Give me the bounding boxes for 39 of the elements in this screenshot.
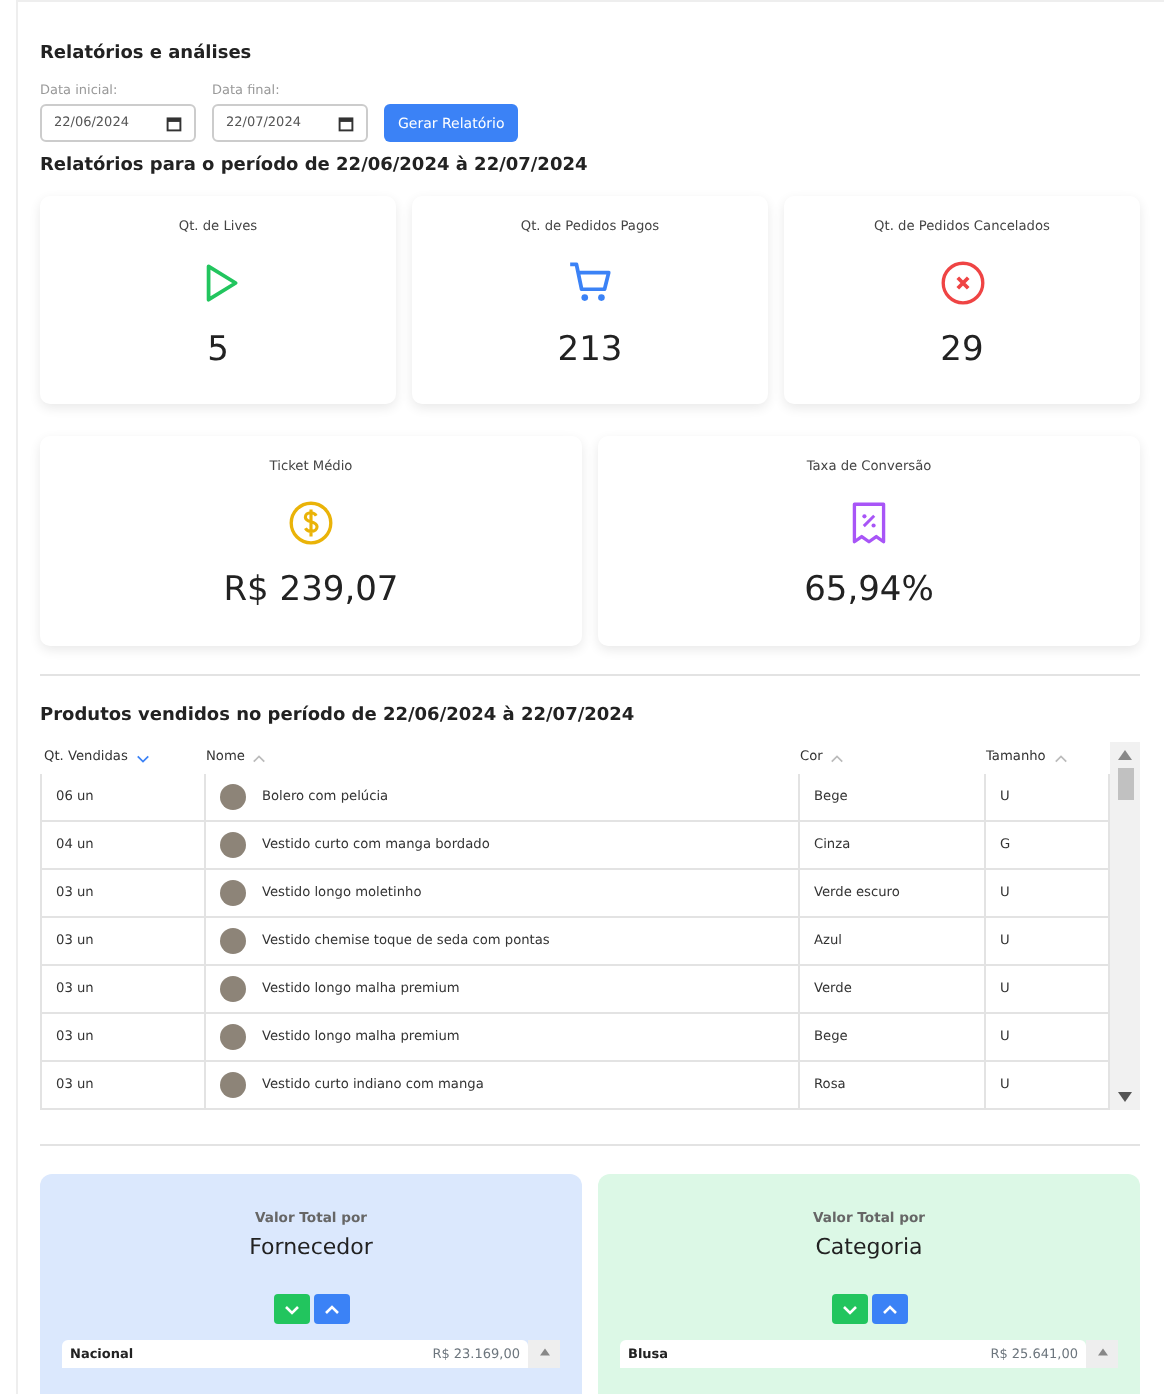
scroll-up-icon[interactable] — [1118, 750, 1132, 761]
collapse-button[interactable] — [871, 1294, 907, 1325]
scroll-down-icon[interactable] — [1118, 1092, 1132, 1103]
photo-placeholder — [220, 1072, 246, 1099]
page-title: Relatórios e análises — [40, 42, 254, 68]
sort-chevron-icon[interactable] — [830, 751, 845, 766]
scrollbar-thumb[interactable] — [1117, 768, 1133, 801]
chevron-up-icon[interactable] — [323, 1303, 339, 1316]
stat-value: 213 — [555, 327, 625, 374]
calendar-icon[interactable] — [338, 115, 354, 132]
scrollbar[interactable] — [528, 1339, 560, 1368]
photo-placeholder — [220, 1024, 246, 1051]
table-title: Produtos vendidos no período de 22/06/2024 à 22/07/2024 — [40, 703, 637, 730]
sort-chevron-icon[interactable] — [1053, 751, 1068, 766]
calendar-icon[interactable] — [166, 115, 182, 132]
stat-value: 65,94% — [802, 568, 936, 615]
sort-chevron-icon[interactable] — [252, 751, 267, 766]
chevron-down-icon[interactable] — [841, 1303, 857, 1316]
scrollbar[interactable] — [1086, 1339, 1118, 1368]
stat-value: 29 — [938, 327, 986, 374]
expand-button[interactable] — [831, 1294, 867, 1325]
panel-title: Categoria — [813, 1232, 925, 1265]
stat-value: R$ 239,07 — [221, 568, 401, 615]
stat-value: 5 — [205, 327, 231, 374]
photo-placeholder — [220, 928, 246, 955]
period-heading: Relatórios para o período de 22/06/2024 à 22/07/2024 — [40, 154, 590, 181]
expand-button[interactable] — [273, 1294, 309, 1325]
photo-placeholder — [220, 976, 246, 1003]
photo-placeholder — [220, 880, 246, 907]
photo-placeholder — [220, 832, 246, 859]
panel-title: Fornecedor — [247, 1232, 375, 1265]
chevron-down-icon[interactable] — [283, 1303, 299, 1316]
photo-placeholder — [220, 784, 246, 811]
scroll-up-icon[interactable] — [1097, 1347, 1107, 1356]
collapse-button[interactable] — [313, 1294, 349, 1325]
scrollbar[interactable] — [1110, 742, 1140, 1111]
scroll-up-icon[interactable] — [539, 1347, 549, 1356]
sort-chevron-icon[interactable] — [135, 751, 150, 766]
chevron-up-icon[interactable] — [881, 1303, 897, 1316]
